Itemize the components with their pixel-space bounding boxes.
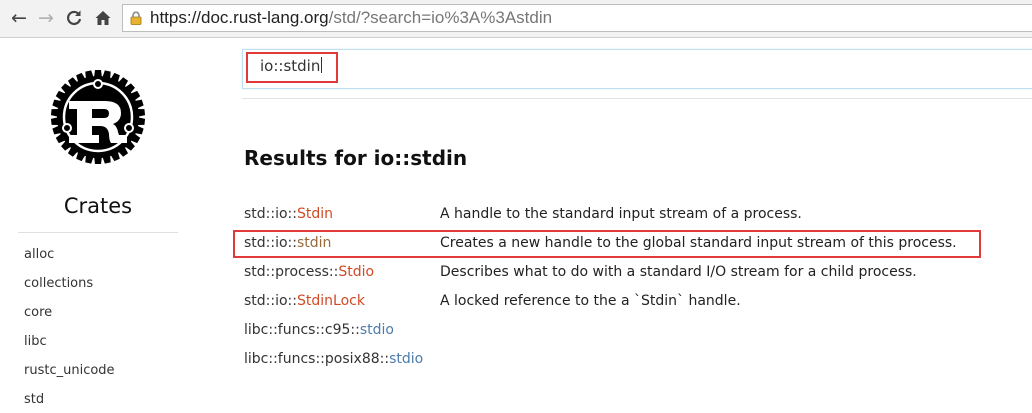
result-highlight-box (233, 230, 981, 258)
crate-link-core[interactable]: core (24, 305, 52, 320)
reload-icon[interactable] (64, 8, 84, 28)
crate-link-libc[interactable]: libc (24, 334, 47, 349)
search-input[interactable] (242, 49, 1032, 89)
result-link[interactable]: libc::funcs::c95::stdio (244, 322, 394, 338)
results-heading: Results for io::stdin (244, 146, 468, 170)
result-link[interactable]: std::io::Stdin (244, 206, 333, 222)
rust-logo[interactable] (47, 66, 149, 168)
result-link[interactable]: std::io::StdinLock (244, 293, 365, 309)
result-link[interactable]: libc::funcs::posix88::stdio (244, 351, 423, 367)
url-text: https://doc.rust-lang.org/std/?search=io… (150, 8, 553, 27)
crate-link-alloc[interactable]: alloc (24, 247, 54, 262)
crate-link-rustc-unicode[interactable]: rustc_unicode (24, 363, 115, 378)
address-bar[interactable]: https://doc.rust-lang.org/std/?search=io… (122, 4, 1032, 32)
browser-toolbar: ← → https://doc.rust-lang.org/std/?searc… (0, 0, 1032, 38)
result-link[interactable]: std::process::Stdio (244, 264, 374, 280)
result-description: A handle to the standard input stream of… (440, 206, 802, 222)
divider (242, 98, 1032, 99)
home-icon[interactable] (93, 8, 113, 28)
crates-title: Crates (63, 194, 133, 218)
crate-link-collections[interactable]: collections (24, 276, 93, 291)
divider (18, 232, 178, 233)
forward-arrow-icon[interactable]: → (36, 8, 56, 28)
lock-icon (130, 11, 142, 25)
result-description: Describes what to do with a standard I/O… (440, 264, 917, 280)
result-description: A locked reference to the a `Stdin` hand… (440, 293, 741, 309)
back-arrow-icon[interactable]: ← (9, 8, 29, 28)
crate-link-std[interactable]: std (24, 392, 44, 407)
search-highlight-box (246, 52, 338, 83)
